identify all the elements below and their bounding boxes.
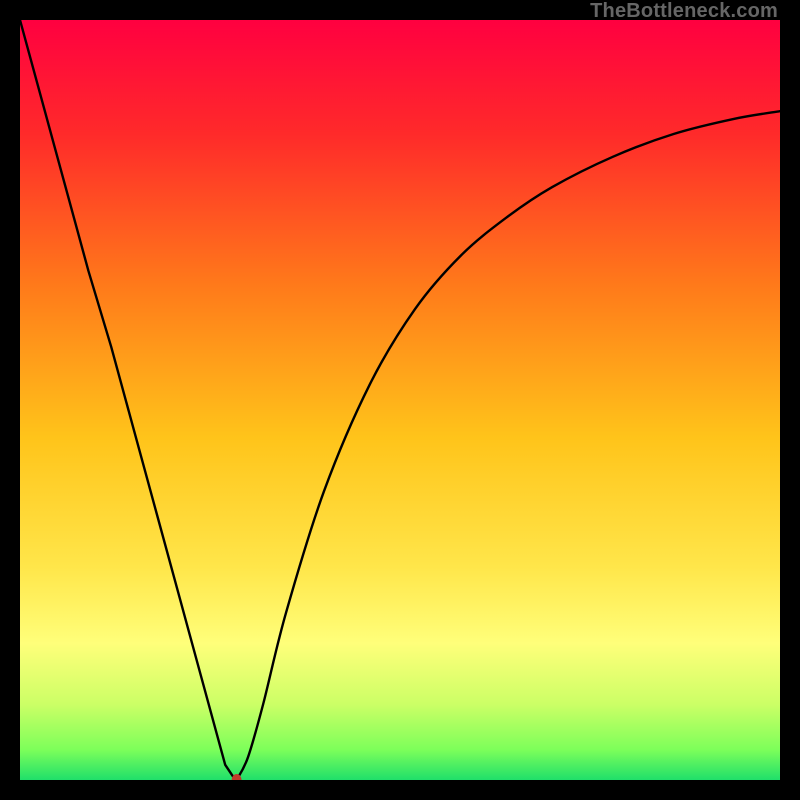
chart-background xyxy=(20,20,780,780)
plot-area xyxy=(20,20,780,780)
chart-container: TheBottleneck.com xyxy=(0,0,800,800)
chart-svg xyxy=(20,20,780,780)
